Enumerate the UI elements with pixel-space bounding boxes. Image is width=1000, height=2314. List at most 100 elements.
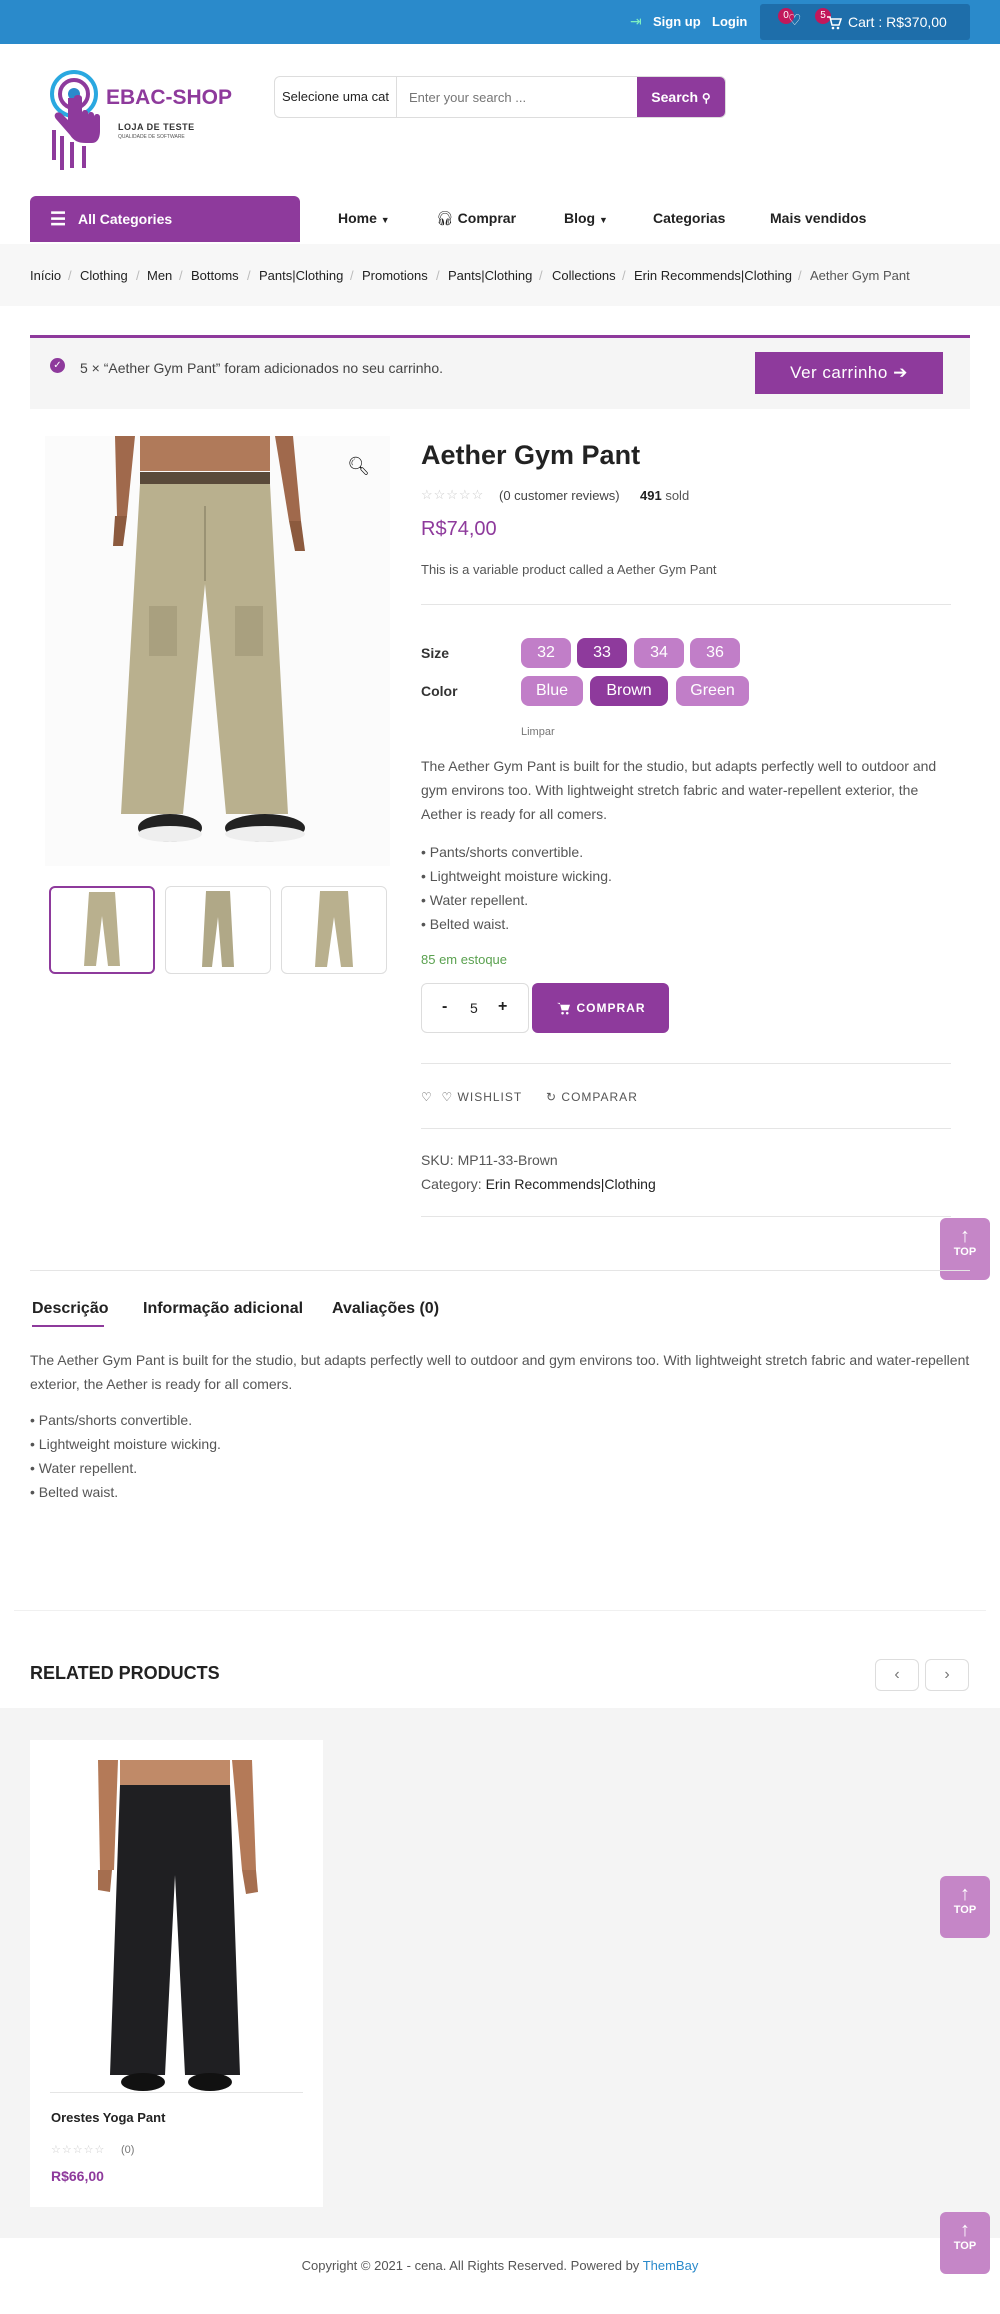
divider bbox=[14, 1610, 986, 1611]
cart-box[interactable]: 0 ♡ 5 Cart : R$370,00 bbox=[760, 4, 970, 40]
breadcrumb-item[interactable]: Erin Recommends|Clothing bbox=[634, 268, 792, 283]
nav-categorias[interactable]: Categorias bbox=[653, 210, 725, 226]
heart-icon: ♡ bbox=[441, 1090, 454, 1104]
pant-image bbox=[113, 436, 305, 842]
breadcrumb-item[interactable]: Collections bbox=[552, 268, 616, 283]
category-link[interactable]: Erin Recommends|Clothing bbox=[486, 1176, 656, 1192]
compare-label: COMPARAR bbox=[561, 1090, 638, 1104]
clear-options-link[interactable]: Limpar bbox=[521, 726, 555, 738]
product-main-image[interactable]: 🔍︎ bbox=[45, 436, 390, 866]
all-categories-label: All Categories bbox=[78, 211, 173, 227]
rating-stars: ☆☆☆☆☆ bbox=[421, 487, 485, 502]
size-swatch-36[interactable]: 36 bbox=[690, 638, 740, 668]
nav-mais-vendidos[interactable]: Mais vendidos bbox=[770, 210, 866, 226]
quantity-minus-button[interactable]: - bbox=[442, 998, 447, 1016]
feature-bullet: • Water repellent. bbox=[421, 892, 529, 908]
wishlist-link[interactable]: ♡ ♡ WISHLIST bbox=[421, 1090, 522, 1104]
nav-blog[interactable]: Blog ▼ bbox=[564, 210, 608, 226]
view-cart-button[interactable]: Ver carrinho ➔ bbox=[755, 352, 943, 394]
heart-icon: ♡ bbox=[421, 1090, 433, 1104]
breadcrumb-item[interactable]: Men bbox=[147, 268, 172, 283]
size-swatch-33[interactable]: 33 bbox=[577, 638, 627, 668]
back-to-top-button[interactable]: ↑ TOP bbox=[940, 1876, 990, 1938]
search-bar: Selecione uma cat Search ⚲ bbox=[274, 76, 726, 118]
breadcrumb-separator: / bbox=[622, 268, 626, 283]
tab-active-indicator bbox=[32, 1325, 104, 1327]
product-card-reviews: (0) bbox=[121, 2144, 135, 2156]
cart-total[interactable]: Cart : R$370,00 bbox=[848, 14, 947, 30]
product-price: R$74,00 bbox=[421, 518, 497, 540]
breadcrumb-item[interactable]: Promotions bbox=[362, 268, 428, 283]
thumbnail[interactable] bbox=[49, 886, 155, 974]
quantity-input[interactable]: 5 bbox=[470, 1000, 478, 1016]
breadcrumb-item[interactable]: Pants|Clothing bbox=[448, 268, 532, 283]
all-categories-button[interactable]: ☰ All Categories bbox=[30, 196, 300, 242]
logo-name: EBAC-SHOP bbox=[106, 86, 233, 109]
compare-link[interactable]: ↻ COMPARAR bbox=[546, 1090, 638, 1104]
add-to-cart-label: COMPRAR bbox=[576, 1001, 646, 1015]
tab-description[interactable]: Descrição bbox=[32, 1300, 109, 1318]
nav-home[interactable]: Home ▼ bbox=[338, 210, 390, 226]
thumbnail[interactable] bbox=[165, 886, 271, 974]
breadcrumb-item[interactable]: Início bbox=[30, 268, 61, 283]
breadcrumb-current: Aether Gym Pant bbox=[810, 268, 910, 283]
size-swatch-34[interactable]: 34 bbox=[634, 638, 684, 668]
nav-comprar[interactable]: 🎧︎ Comprar bbox=[436, 210, 516, 227]
thumbnail-image bbox=[84, 892, 120, 966]
heart-icon[interactable]: ♡ bbox=[788, 11, 801, 29]
chevron-right-icon: › bbox=[944, 1666, 950, 1683]
product-card-image bbox=[98, 1760, 258, 2091]
carousel-prev-button[interactable]: ‹ bbox=[875, 1659, 919, 1691]
search-button[interactable]: Search ⚲ bbox=[637, 77, 725, 117]
breadcrumb-item[interactable]: Bottoms bbox=[191, 268, 239, 283]
tab-feature-bullet: • Lightweight moisture wicking. bbox=[30, 1436, 221, 1452]
search-input[interactable] bbox=[397, 77, 635, 117]
color-swatch-blue[interactable]: Blue bbox=[521, 676, 583, 706]
login-link[interactable]: Login bbox=[712, 14, 747, 29]
size-label: Size bbox=[421, 645, 450, 661]
breadcrumb-item[interactable]: Pants|Clothing bbox=[259, 268, 343, 283]
add-to-cart-button[interactable]: COMPRAR bbox=[532, 983, 669, 1033]
powered-by-link[interactable]: ThemBay bbox=[643, 2258, 699, 2273]
arrow-up-icon: ↑ bbox=[960, 1883, 970, 1905]
stock-status: 85 em estoque bbox=[421, 952, 508, 967]
signup-link[interactable]: Sign up bbox=[653, 14, 701, 29]
product-card-name[interactable]: Orestes Yoga Pant bbox=[51, 2110, 165, 2125]
cart-icon[interactable] bbox=[826, 16, 842, 30]
thumbnail[interactable] bbox=[281, 886, 387, 974]
breadcrumb-item[interactable]: Clothing bbox=[80, 268, 128, 283]
breadcrumb-separator: / bbox=[179, 268, 183, 283]
breadcrumb-separator: / bbox=[247, 268, 251, 283]
product-card[interactable]: Orestes Yoga Pant ☆☆☆☆☆ (0) R$66,00 bbox=[30, 1740, 323, 2207]
tab-feature-bullet: • Pants/shorts convertible. bbox=[30, 1412, 193, 1428]
size-swatch-32[interactable]: 32 bbox=[521, 638, 571, 668]
caret-down-icon: ▼ bbox=[599, 215, 608, 225]
color-swatch-green[interactable]: Green bbox=[676, 676, 749, 706]
carousel-next-button[interactable]: › bbox=[925, 1659, 969, 1691]
logo-hand-icon bbox=[50, 70, 100, 170]
back-to-top-button[interactable]: ↑ TOP bbox=[940, 2212, 990, 2274]
divider bbox=[421, 604, 951, 605]
arrow-right-icon: ➔ bbox=[893, 363, 908, 382]
related-products-title: RELATED PRODUCTS bbox=[30, 1663, 220, 1683]
check-circle-icon: ✓ bbox=[50, 358, 65, 373]
refresh-icon: ↻ bbox=[546, 1090, 558, 1104]
tab-additional-info[interactable]: Informação adicional bbox=[143, 1300, 303, 1318]
search-category-select[interactable]: Selecione uma cat bbox=[275, 77, 397, 117]
sold-info: 491 sold bbox=[640, 488, 689, 503]
quantity-plus-button[interactable]: + bbox=[498, 998, 507, 1016]
top-bar: ⇥ Sign up Login 0 ♡ 5 Cart : R$370,00 bbox=[0, 0, 1000, 44]
color-swatch-brown[interactable]: Brown bbox=[590, 676, 668, 706]
divider bbox=[30, 1270, 970, 1271]
notice-text: 5 × “Aether Gym Pant” foram adicionados … bbox=[80, 360, 444, 376]
tab-feature-bullet: • Water repellent. bbox=[30, 1460, 138, 1476]
category-label: Category: bbox=[421, 1176, 482, 1192]
search-button-label: Search bbox=[651, 89, 698, 105]
tab-reviews[interactable]: Avaliações (0) bbox=[332, 1300, 439, 1318]
product-description: The Aether Gym Pant is built for the stu… bbox=[421, 758, 937, 822]
divider bbox=[421, 1216, 951, 1217]
breadcrumb-separator: / bbox=[68, 268, 72, 283]
feature-bullet: • Belted waist. bbox=[421, 916, 510, 932]
zoom-icon[interactable]: 🔍︎ bbox=[347, 456, 370, 477]
customer-reviews-link[interactable]: (0 customer reviews) bbox=[499, 488, 620, 503]
